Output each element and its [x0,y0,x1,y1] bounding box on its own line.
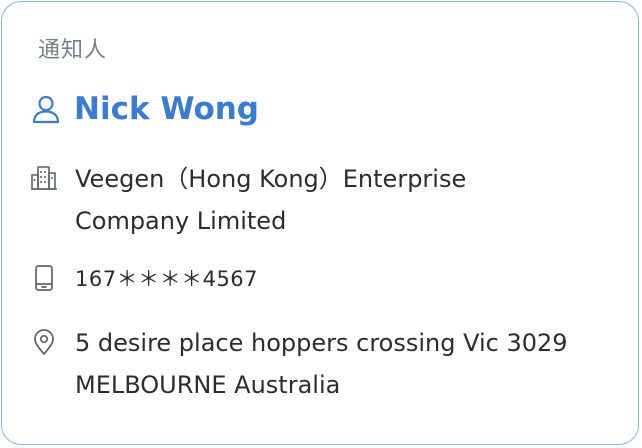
person-outline-icon [30,93,62,125]
address-row: 5 desire place hoppers crossing Vic 3029… [30,322,635,406]
phone-row: 167＊＊＊＊4567 [30,258,258,300]
building-icon [30,164,58,192]
mobile-phone-icon [30,264,58,292]
section-label: 通知人 [38,38,108,63]
location-pin-icon [30,328,58,356]
company-name-line: Company Limited [75,207,287,235]
company-name: Veegen（Hong Kong）Enterprise Company Limi… [75,158,545,242]
notify-party-card: 通知人 Nick Wong Veegen（Hong Kong）Enterpris… [1,1,639,445]
address-line: 5 desire place hoppers crossing Vic 3029 [75,329,568,357]
contact-name: Nick Wong [74,91,260,127]
company-name-line: Veegen（Hong Kong）Enterprise [75,165,467,193]
phone-number: 167＊＊＊＊4567 [75,267,259,291]
address: 5 desire place hoppers crossing Vic 3029… [75,322,635,406]
company-row: Veegen（Hong Kong）Enterprise Company Limi… [30,158,545,242]
address-line: MELBOURNE Australia [75,371,341,399]
contact-name-row: Nick Wong [30,86,259,132]
